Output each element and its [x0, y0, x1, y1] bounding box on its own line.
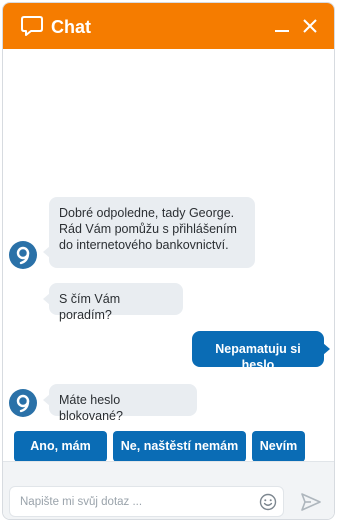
message-line: S čím Vám poradím?: [59, 292, 121, 322]
message-list[interactable]: Dobré odpoledne, tady George. Rád Vám po…: [3, 49, 334, 461]
close-button[interactable]: [299, 15, 321, 37]
quick-reply-dont-know-button[interactable]: Nevím: [252, 431, 305, 462]
message-line: do internetového bankovnictví.: [59, 238, 229, 252]
emoji-icon[interactable]: [259, 493, 277, 511]
bot-message: Máte heslo blokované?: [43, 384, 197, 423]
chat-title: Chat: [51, 17, 91, 37]
quick-reply-no-button[interactable]: Ne, naštěstí nemám: [113, 431, 246, 462]
close-icon: [303, 19, 317, 33]
message-line: Dobré odpoledne, tady George.: [59, 206, 235, 220]
george-logo-icon: [16, 246, 30, 265]
message-input-box[interactable]: [9, 486, 284, 517]
bot-avatar: [9, 389, 37, 417]
chat-header: Chat: [3, 3, 334, 49]
message-input[interactable]: [20, 492, 240, 512]
message-line: Rád Vám pomůžu s přihlášením: [59, 222, 237, 236]
user-message: Nepamatuju si heslo: [192, 331, 330, 372]
quick-reply-yes-button[interactable]: Ano, mám: [14, 431, 107, 462]
chat-bubble-icon: [21, 16, 43, 36]
minimize-button[interactable]: [271, 15, 293, 37]
bot-avatar: [9, 241, 37, 269]
composer: [3, 461, 334, 519]
message-line: Máte heslo blokované?: [59, 393, 123, 423]
george-logo-icon: [16, 394, 30, 413]
bot-message: Dobré odpoledne, tady George. Rád Vám po…: [43, 197, 255, 268]
bot-message: S čím Vám poradím?: [43, 283, 183, 322]
message-line: Nepamatuju si heslo: [215, 342, 301, 372]
send-icon[interactable]: [300, 492, 322, 512]
chat-widget: Chat Dobré odpoledne, tady George. Rád V…: [2, 2, 335, 520]
